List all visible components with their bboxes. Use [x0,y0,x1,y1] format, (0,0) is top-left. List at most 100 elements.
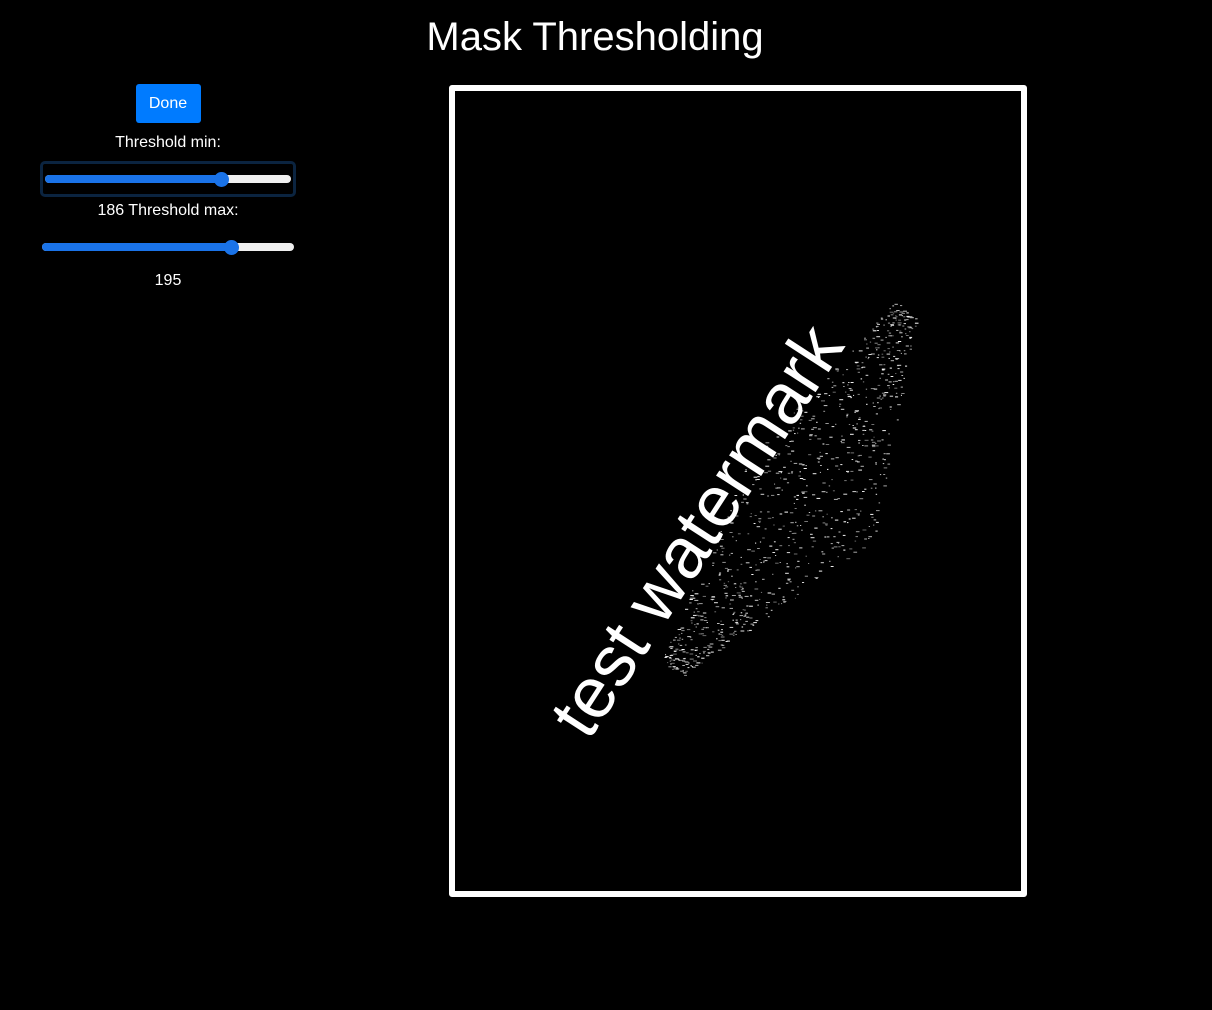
noise-speck [873,483,877,485]
threshold-max-thumb[interactable] [224,239,240,255]
noise-speck [815,577,818,579]
noise-speck [850,479,854,481]
noise-speck [914,325,917,327]
noise-speck [897,322,902,324]
noise-speck [839,405,841,407]
noise-speck [719,572,722,574]
noise-speck [883,394,887,396]
noise-speck [847,452,850,454]
threshold-min-thumb[interactable] [214,171,230,187]
noise-speck [785,582,789,584]
noise-speck [767,616,770,618]
noise-speck [681,630,685,632]
noise-speck [725,586,729,588]
noise-speck [902,325,905,327]
noise-speck [905,335,909,336]
noise-speck [848,518,851,520]
noise-speck [767,517,772,519]
noise-speck [888,332,892,334]
noise-speck [875,493,878,495]
noise-speck [858,417,861,419]
noise-speck [796,498,799,500]
noise-speck [808,454,812,456]
noise-speck [777,487,781,489]
noise-speck [745,620,748,622]
noise-speck [915,318,918,320]
noise-speck [858,418,861,420]
noise-speck [777,494,780,496]
noise-speck [766,604,768,606]
noise-speck [762,578,765,580]
noise-speck [830,566,834,567]
noise-speck [880,398,883,400]
threshold-min-slider[interactable] [40,161,296,197]
noise-speck [872,450,876,452]
noise-speck [896,350,901,351]
noise-speck [897,324,902,326]
noise-speck [852,425,854,426]
noise-speck [861,362,864,364]
threshold-max-track [42,243,294,251]
noise-speck [772,573,774,575]
noise-speck [723,582,726,584]
noise-speck [869,429,873,431]
noise-speck [905,333,907,335]
noise-speck [870,513,874,515]
noise-speck [786,552,791,554]
noise-speck [789,512,794,514]
noise-speck [854,540,857,542]
noise-speck [802,479,806,480]
noise-speck [850,397,852,399]
noise-speck [744,595,749,597]
noise-speck [882,397,884,399]
noise-speck [854,410,857,412]
noise-speck [693,660,697,662]
noise-speck [846,558,851,560]
noise-speck [858,350,863,352]
noise-speck [864,420,868,422]
noise-speck [864,488,867,490]
noise-speck [862,425,866,427]
noise-speck [723,588,726,589]
noise-speck [721,639,725,641]
noise-speck [703,652,705,654]
noise-speck [901,393,905,394]
noise-speck [910,317,914,319]
noise-speck [850,452,855,454]
noise-speck [892,305,895,307]
noise-speck [735,587,737,588]
noise-speck [755,581,757,583]
noise-speck [876,397,881,399]
noise-speck [895,319,897,321]
noise-speck [685,652,689,654]
noise-speck [678,643,680,645]
noise-speck [760,591,763,593]
noise-speck [846,446,851,448]
done-button[interactable]: Done [135,84,201,123]
noise-speck [900,394,902,396]
noise-speck [890,314,894,316]
noise-speck [885,319,887,321]
noise-speck [822,553,826,555]
noise-speck [887,385,890,387]
noise-speck [714,602,718,604]
noise-speck [781,603,783,605]
noise-speck [910,345,912,347]
noise-speck [772,552,776,553]
noise-speck [750,595,753,597]
threshold-min-track [45,175,291,183]
noise-speck [887,444,891,446]
noise-speck [826,513,828,515]
noise-speck [759,511,763,513]
noise-speck [882,463,885,465]
noise-speck [796,494,799,496]
noise-speck [856,513,860,515]
threshold-max-slider[interactable] [40,229,296,265]
noise-speck [679,637,681,639]
noise-speck [858,439,861,441]
noise-speck [793,542,796,544]
noise-speck [889,311,894,313]
noise-speck [720,631,724,633]
noise-speck [835,457,839,459]
noise-speck [877,344,881,346]
